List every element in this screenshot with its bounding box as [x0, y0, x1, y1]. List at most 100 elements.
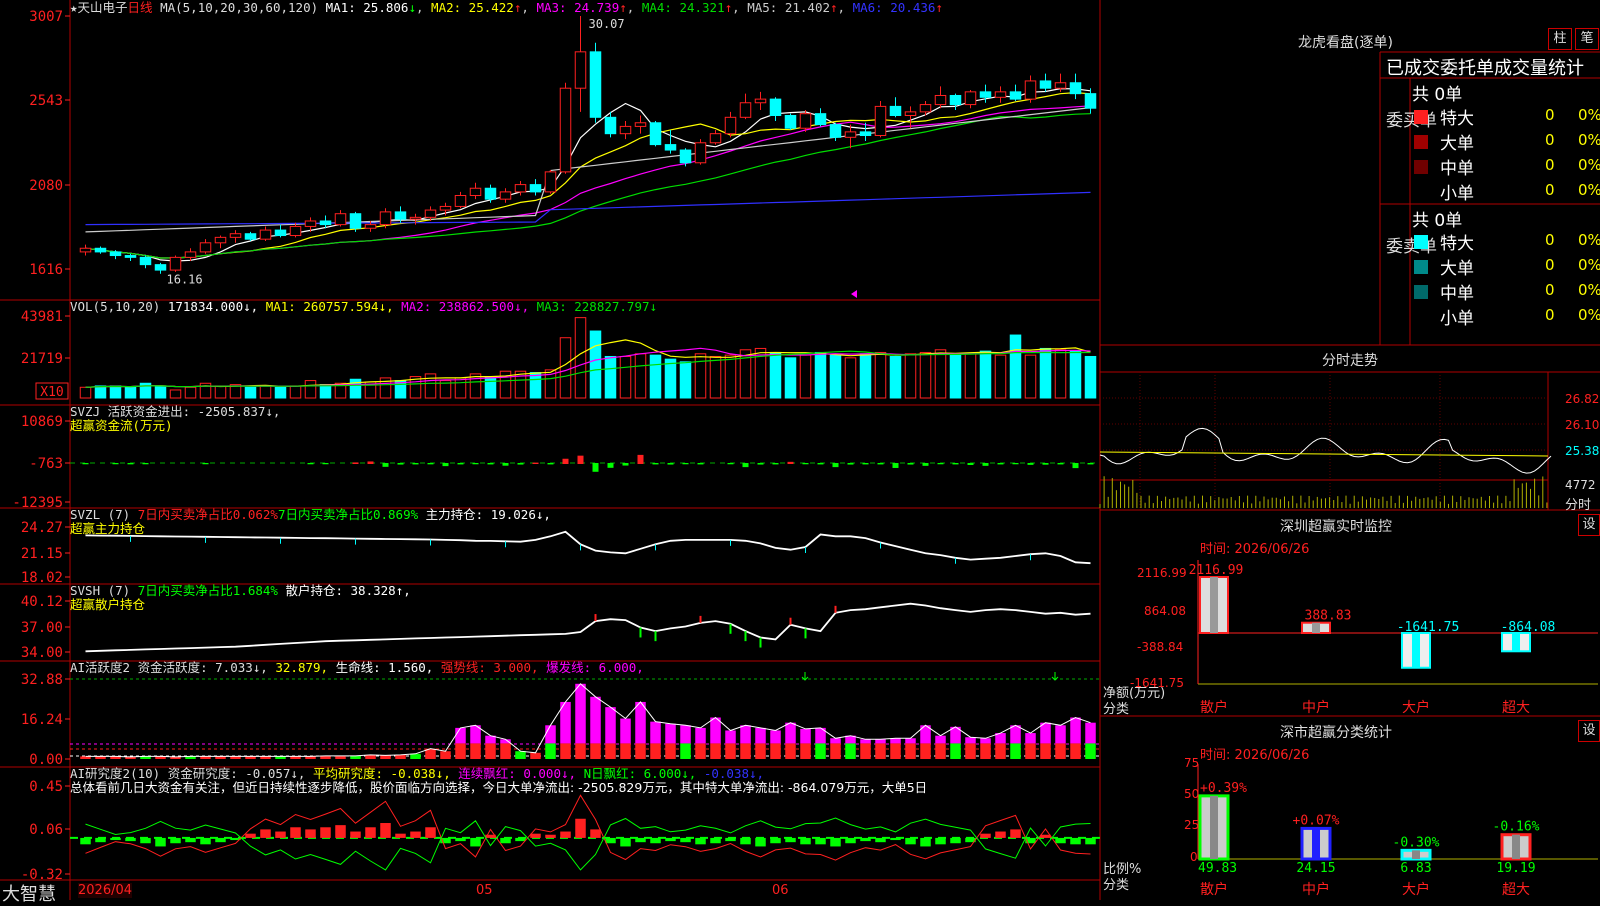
price-axis-tick: 3007 [29, 9, 63, 25]
svzj-bar [532, 462, 539, 464]
ai2-nred: N日飘红: 6.000↓, [583, 766, 697, 781]
ai1-magenta-bar [605, 707, 616, 744]
candle-body [289, 225, 302, 237]
period-label[interactable]: 日线 [128, 0, 153, 15]
vol-ma2: MA2: 238862.500↓, [401, 299, 530, 314]
svzj-bar [397, 463, 404, 465]
tick-mode-button[interactable]: 笔 [1575, 28, 1599, 50]
ai2-bar [695, 837, 706, 845]
ai1-magenta-bar [1010, 725, 1021, 744]
ai2-bar [1040, 834, 1051, 838]
ai1-red-bar [770, 743, 781, 759]
candle-body [424, 209, 437, 218]
ma1-arrow: ↓ [408, 0, 416, 15]
volume-bar [259, 385, 272, 399]
sc-bar-core [1512, 834, 1520, 859]
ai1-red-bar [995, 743, 1006, 759]
ai2-bar [710, 837, 721, 844]
svzj-bar [742, 463, 749, 468]
order-type-label: 小单 [1440, 184, 1474, 204]
sz-y1: 2116.99 [1137, 566, 1187, 580]
ai1-magenta-bar [725, 730, 736, 744]
candle-body [574, 51, 587, 89]
volume-bar [814, 351, 827, 399]
candle-body [709, 133, 722, 144]
candle-body [904, 111, 917, 116]
ai2-tail: -0.038↓, [703, 766, 765, 781]
candle-body [94, 247, 107, 253]
ai1-red-bar [410, 753, 421, 759]
ai2-avg: 平均研究度: -0.038↓, [313, 766, 451, 781]
stock-name[interactable]: ★天山电子 [70, 0, 128, 15]
sz-category-label: 大户 [1402, 699, 1430, 716]
candle-body [754, 98, 767, 104]
ai1-red-bar [455, 743, 466, 759]
sz-time: 时间: 2026/06/26 [1200, 542, 1310, 557]
svsh-ratio: 7日内买卖净占比1.684% [137, 583, 278, 598]
svzj-bar [352, 462, 359, 464]
svzl-axis-tick: 21.15 [21, 546, 63, 562]
svzj-bar [517, 463, 524, 465]
ai2-bar [680, 837, 691, 843]
candle-body [274, 229, 287, 237]
sz-settings-button[interactable]: 设 [1578, 514, 1600, 536]
ma5-value: MA5: 21.402 [747, 0, 831, 15]
sc-settings-button[interactable]: 设 [1578, 720, 1600, 742]
ai1-red-bar [755, 743, 766, 759]
ai2-bar [545, 834, 556, 838]
order-type-label: 小单 [1440, 309, 1474, 329]
ai1-red-bar [860, 743, 871, 759]
svzl-holding: 主力持仓: 19.026↓, [425, 507, 551, 522]
ai2-bar [500, 837, 511, 844]
main-chart-canvas[interactable]: 3007 2543 2080 1616 43981 21719 X10 10869 -763 -1… [0, 0, 1600, 900]
ai2-bar [575, 818, 586, 838]
bar-mode-button[interactable]: 柱 [1548, 28, 1572, 50]
intraday-title: 分时走势 [1322, 353, 1378, 369]
ai2-bar [200, 837, 211, 845]
ai2-bar [800, 837, 811, 845]
svzj-bar [1087, 463, 1094, 465]
sc-class: 分类 [1103, 878, 1130, 893]
ai2-bar [395, 833, 406, 838]
svzj-title: SVZJ 活跃资金进出: -2505.837↓, [70, 404, 281, 419]
ai1-magenta-bar [695, 727, 706, 744]
volume-bar [859, 353, 872, 399]
svzj-bar [307, 463, 314, 465]
order-type-label: 中单 [1440, 159, 1474, 179]
svzj-bar [592, 463, 599, 472]
ai1-magenta-bar [980, 738, 991, 744]
date-label-jun: 06 [772, 883, 789, 898]
order-count: 0 [1545, 306, 1555, 324]
low-price-label: 16.16 [167, 273, 203, 287]
svzj-bar [847, 463, 854, 465]
svzj-bar [1072, 463, 1079, 469]
candle-body [124, 255, 137, 258]
svzl-axis-tick: 24.27 [21, 520, 63, 536]
vol-value: 171834.000↓, [167, 299, 259, 314]
svzj-axis-tick: 10869 [21, 414, 63, 430]
svzj-bar [982, 463, 989, 466]
ai1-red-bar [560, 743, 571, 759]
sz-value-label: -1641.75 [1397, 620, 1460, 635]
volume-bar [1009, 334, 1022, 399]
candle-body [544, 171, 557, 193]
sc-change-label: +0.07% [1293, 813, 1340, 828]
ai1-red-bar [440, 751, 451, 759]
sz-category-label: 超大 [1502, 700, 1530, 716]
ai2-bar [530, 833, 541, 838]
ai1-red-bar [680, 743, 691, 759]
order-swatch [1414, 260, 1428, 274]
volume-bar [634, 353, 647, 399]
svzl-ratio1: 7日内买卖净占比0.062% [137, 507, 278, 522]
ai2-bar [725, 837, 736, 842]
ai1-magenta-bar [590, 696, 601, 744]
volume-bar [679, 361, 692, 399]
ai2-bar [455, 837, 466, 842]
order-percent: 0% [1578, 306, 1600, 324]
ai1-magenta-bar [1070, 717, 1081, 744]
sc-ratio-label: 19.19 [1496, 861, 1535, 876]
svzj-bar [772, 463, 779, 465]
fs-y4: 4772 [1565, 478, 1596, 492]
candle-body [484, 187, 497, 200]
svzj-bar [787, 461, 794, 464]
